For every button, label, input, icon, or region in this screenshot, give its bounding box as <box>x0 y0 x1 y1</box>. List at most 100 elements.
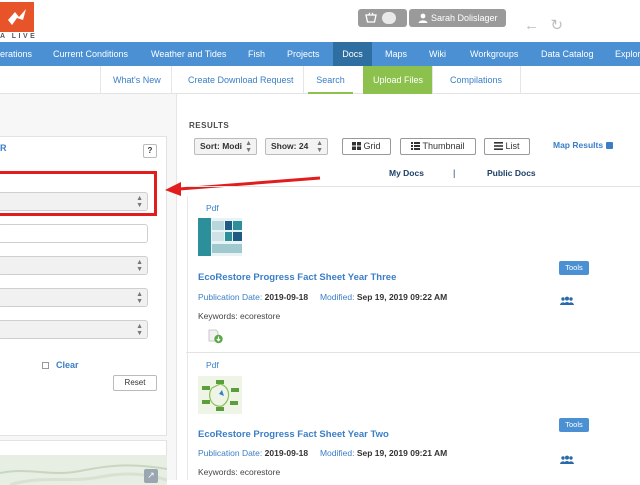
map-results-toggle[interactable]: Map Results <box>553 140 614 150</box>
result-card: Pdf EcoRestore Progress Fact Sheet Year … <box>187 353 640 480</box>
document-title-link[interactable]: EcoRestore Progress Fact Sheet Year Thre… <box>198 272 396 283</box>
nav-item-explore[interactable]: Explor <box>615 42 640 66</box>
subnav-divider <box>432 66 433 94</box>
list-label: List <box>505 141 520 151</box>
subnav-divider <box>303 66 304 94</box>
group-icon[interactable] <box>560 455 574 464</box>
nav-item-operations[interactable]: erations <box>0 42 46 66</box>
tab-my-docs[interactable]: My Docs <box>389 168 424 178</box>
basket-icon <box>365 12 377 23</box>
publication-date: 2019-09-18 <box>264 448 309 458</box>
subnav-divider <box>520 66 521 94</box>
select-arrows-icon: ▲ ▼ <box>136 323 143 337</box>
tools-button[interactable]: Tools <box>559 261 589 275</box>
document-thumbnail[interactable] <box>198 376 242 414</box>
result-card: Pdf EcoRestore Progress Fact Sheet Year … <box>187 196 640 352</box>
map-preview-box: ↗ <box>0 440 167 485</box>
document-thumbnail[interactable] <box>198 218 242 256</box>
map-results-checkbox[interactable] <box>606 142 614 150</box>
filter-sidebar: R ? ▲ ▼ ▲ ▼ ▲ ▼ ▲ ▼ Clear Reset ↗ <box>0 94 177 485</box>
grid-icon <box>352 142 362 150</box>
nav-item-fish[interactable]: Fish <box>248 42 265 66</box>
modified-label: Modified: <box>319 292 355 302</box>
download-icon[interactable] <box>208 329 224 344</box>
sub-nav: What's New Create Download Request Searc… <box>0 66 640 94</box>
site-logo[interactable] <box>0 2 34 32</box>
show-label: Show: 24 <box>271 141 309 151</box>
nav-item-projects[interactable]: Projects <box>287 42 320 66</box>
nav-item-maps[interactable]: Maps <box>385 42 407 66</box>
sort-label: Sort: Modi <box>200 141 243 151</box>
annotation-highlight-box <box>0 171 157 216</box>
cart-button[interactable] <box>358 9 407 27</box>
thumbnail-view-button[interactable]: Thumbnail <box>400 138 476 155</box>
map-preview[interactable] <box>0 455 167 485</box>
group-icon[interactable] <box>560 296 574 305</box>
document-keywords: Keywords: ecorestore <box>198 467 281 477</box>
history-controls: ← ↻ <box>524 17 570 35</box>
file-type-label: Pdf <box>206 203 219 213</box>
list-view-button[interactable]: List <box>484 138 530 155</box>
user-icon <box>418 13 428 23</box>
subnav-item-compilations[interactable]: Compilations <box>450 66 502 94</box>
subnav-item-upload-files[interactable]: Upload Files <box>363 66 432 94</box>
subnav-item-whats-new[interactable]: What's New <box>113 66 161 94</box>
clear-checkbox-row[interactable]: Clear <box>42 360 79 370</box>
nav-item-weather-and-tides[interactable]: Weather and Tides <box>151 42 226 66</box>
publication-date-label: Publication Date: <box>198 448 263 458</box>
nav-item-workgroups[interactable]: Workgroups <box>470 42 518 66</box>
file-type-label: Pdf <box>206 360 219 370</box>
subnav-divider <box>100 66 101 94</box>
filter-select-2[interactable]: ▲ ▼ <box>0 256 148 275</box>
results-list-top-border <box>186 186 640 187</box>
tab-separator: | <box>453 168 456 178</box>
nav-item-wiki[interactable]: Wiki <box>429 42 446 66</box>
select-arrows-icon: ▲ ▼ <box>136 291 143 305</box>
thumbnail-list-icon <box>411 142 421 150</box>
select-arrows-icon: ▲ ▼ <box>316 140 323 154</box>
clear-label: Clear <box>56 360 79 370</box>
annotation-arrow-icon <box>165 176 321 196</box>
refresh-icon[interactable]: ↻ <box>550 18 563 33</box>
document-title-link[interactable]: EcoRestore Progress Fact Sheet Year Two <box>198 429 389 440</box>
publication-date-label: Publication Date: <box>198 292 263 302</box>
nav-item-current-conditions[interactable]: Current Conditions <box>53 42 128 66</box>
modified-date: Sep 19, 2019 09:21 AM <box>356 448 448 458</box>
show-count-select[interactable]: Show: 24 ▲ ▼ <box>265 138 328 155</box>
select-arrows-icon: ▲ ▼ <box>136 259 143 273</box>
select-arrows-icon: ▲ ▼ <box>245 140 252 154</box>
filter-text-input[interactable] <box>0 224 148 243</box>
grid-view-button[interactable]: Grid <box>342 138 391 155</box>
document-dates: Publication Date: 2019-09-18 Modified: S… <box>198 292 447 302</box>
back-arrow-icon[interactable]: ← <box>524 18 539 33</box>
grid-label: Grid <box>363 141 381 151</box>
bird-logo-icon <box>8 9 26 25</box>
subnav-item-create-download-request[interactable]: Create Download Request <box>188 66 294 94</box>
cart-count-badge <box>382 12 396 24</box>
tab-public-docs[interactable]: Public Docs <box>487 168 536 178</box>
thumbnail-label: Thumbnail <box>422 141 465 151</box>
subnav-item-search[interactable]: Search <box>308 66 353 94</box>
subnav-divider <box>171 66 172 94</box>
tools-button[interactable]: Tools <box>559 418 589 432</box>
help-button[interactable]: ? <box>143 144 157 158</box>
publication-date: 2019-09-18 <box>264 292 309 302</box>
filter-select-3[interactable]: ▲ ▼ <box>0 288 148 307</box>
user-menu-button[interactable]: Sarah Dolislager <box>409 9 506 27</box>
main-nav: erations Current Conditions Weather and … <box>0 42 640 66</box>
results-heading: RESULTS <box>189 121 230 130</box>
document-dates: Publication Date: 2019-09-18 Modified: S… <box>198 448 447 458</box>
fact-sheet-thumbnail-image <box>198 376 242 414</box>
nav-item-docs[interactable]: Docs <box>333 42 372 66</box>
map-terrain <box>0 464 167 485</box>
nav-item-data-catalog[interactable]: Data Catalog <box>541 42 594 66</box>
modified-date: Sep 19, 2019 09:22 AM <box>356 292 448 302</box>
list-icon <box>494 142 504 150</box>
sort-select[interactable]: Sort: Modi ▲ ▼ <box>194 138 257 155</box>
map-results-label: Map Results <box>553 140 604 150</box>
reset-button[interactable]: Reset <box>113 375 157 391</box>
clear-checkbox[interactable] <box>42 362 49 370</box>
top-bar: A LIVE Sarah Dolislager ← ↻ <box>0 0 640 42</box>
filter-select-4[interactable]: ▲ ▼ <box>0 320 148 339</box>
expand-map-icon[interactable]: ↗ <box>144 469 158 483</box>
